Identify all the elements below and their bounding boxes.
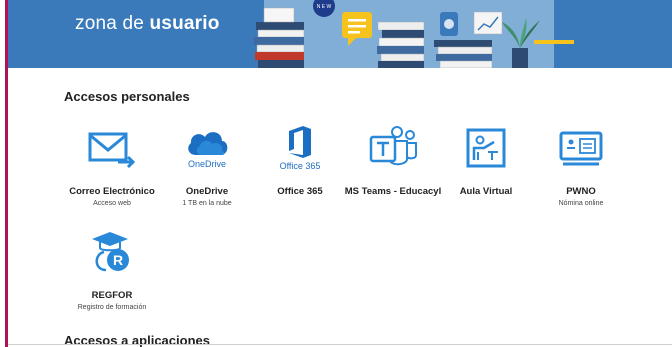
tile-label: OneDrive (185, 186, 229, 197)
header-banner: zona de usuario N E W (8, 0, 672, 68)
divider (8, 344, 672, 345)
tile-sublabel: 1 TB en la nube (182, 200, 232, 207)
tile-regfor[interactable]: R REGFOR Registro de formación (62, 222, 162, 311)
tile-label: MS Teams - Educacyl (344, 186, 442, 197)
mail-icon (88, 132, 136, 168)
tile-sublabel: Acceso web (93, 200, 131, 207)
books-illustration-icon: N E W (254, 0, 574, 68)
onedrive-brand-text: OneDrive (187, 159, 226, 169)
svg-text:N E W: N E W (317, 4, 332, 10)
office365-brand-text: Office 365 (279, 161, 321, 171)
tile-label: Aula Virtual (459, 186, 513, 197)
office365-icon (289, 126, 311, 158)
teams-icon (369, 126, 417, 166)
tile-label: Correo Electrónico (69, 186, 155, 197)
tile-office-365[interactable]: Office 365 Office 365 (250, 118, 350, 197)
page-title: zona de usuario (75, 13, 220, 34)
tile-correo-electronico[interactable]: Correo Electrónico Acceso web (62, 118, 162, 207)
classroom-board-icon (466, 128, 506, 168)
onedrive-cloud-icon (188, 132, 228, 155)
payroll-card-icon (559, 131, 603, 166)
tile-pwno[interactable]: PWNO Nómina online (531, 118, 631, 207)
tile-label: REGFOR (91, 290, 133, 301)
graduation-r-icon: R (92, 232, 129, 272)
svg-text:R: R (113, 252, 123, 268)
tile-onedrive[interactable]: OneDrive OneDrive 1 TB en la nube (157, 118, 257, 207)
page: zona de usuario N E W Accesos personales… (0, 0, 672, 347)
tile-label: PWNO (566, 186, 596, 197)
tile-aula-virtual[interactable]: Aula Virtual (436, 118, 536, 197)
tile-label: Office 365 (277, 186, 323, 197)
tile-sublabel: Nómina online (558, 200, 604, 207)
tile-ms-teams[interactable]: MS Teams - Educacyl (343, 118, 443, 197)
tile-sublabel: Registro de formación (77, 304, 147, 311)
section-title-accesos-personales: Accesos personales (64, 89, 190, 104)
